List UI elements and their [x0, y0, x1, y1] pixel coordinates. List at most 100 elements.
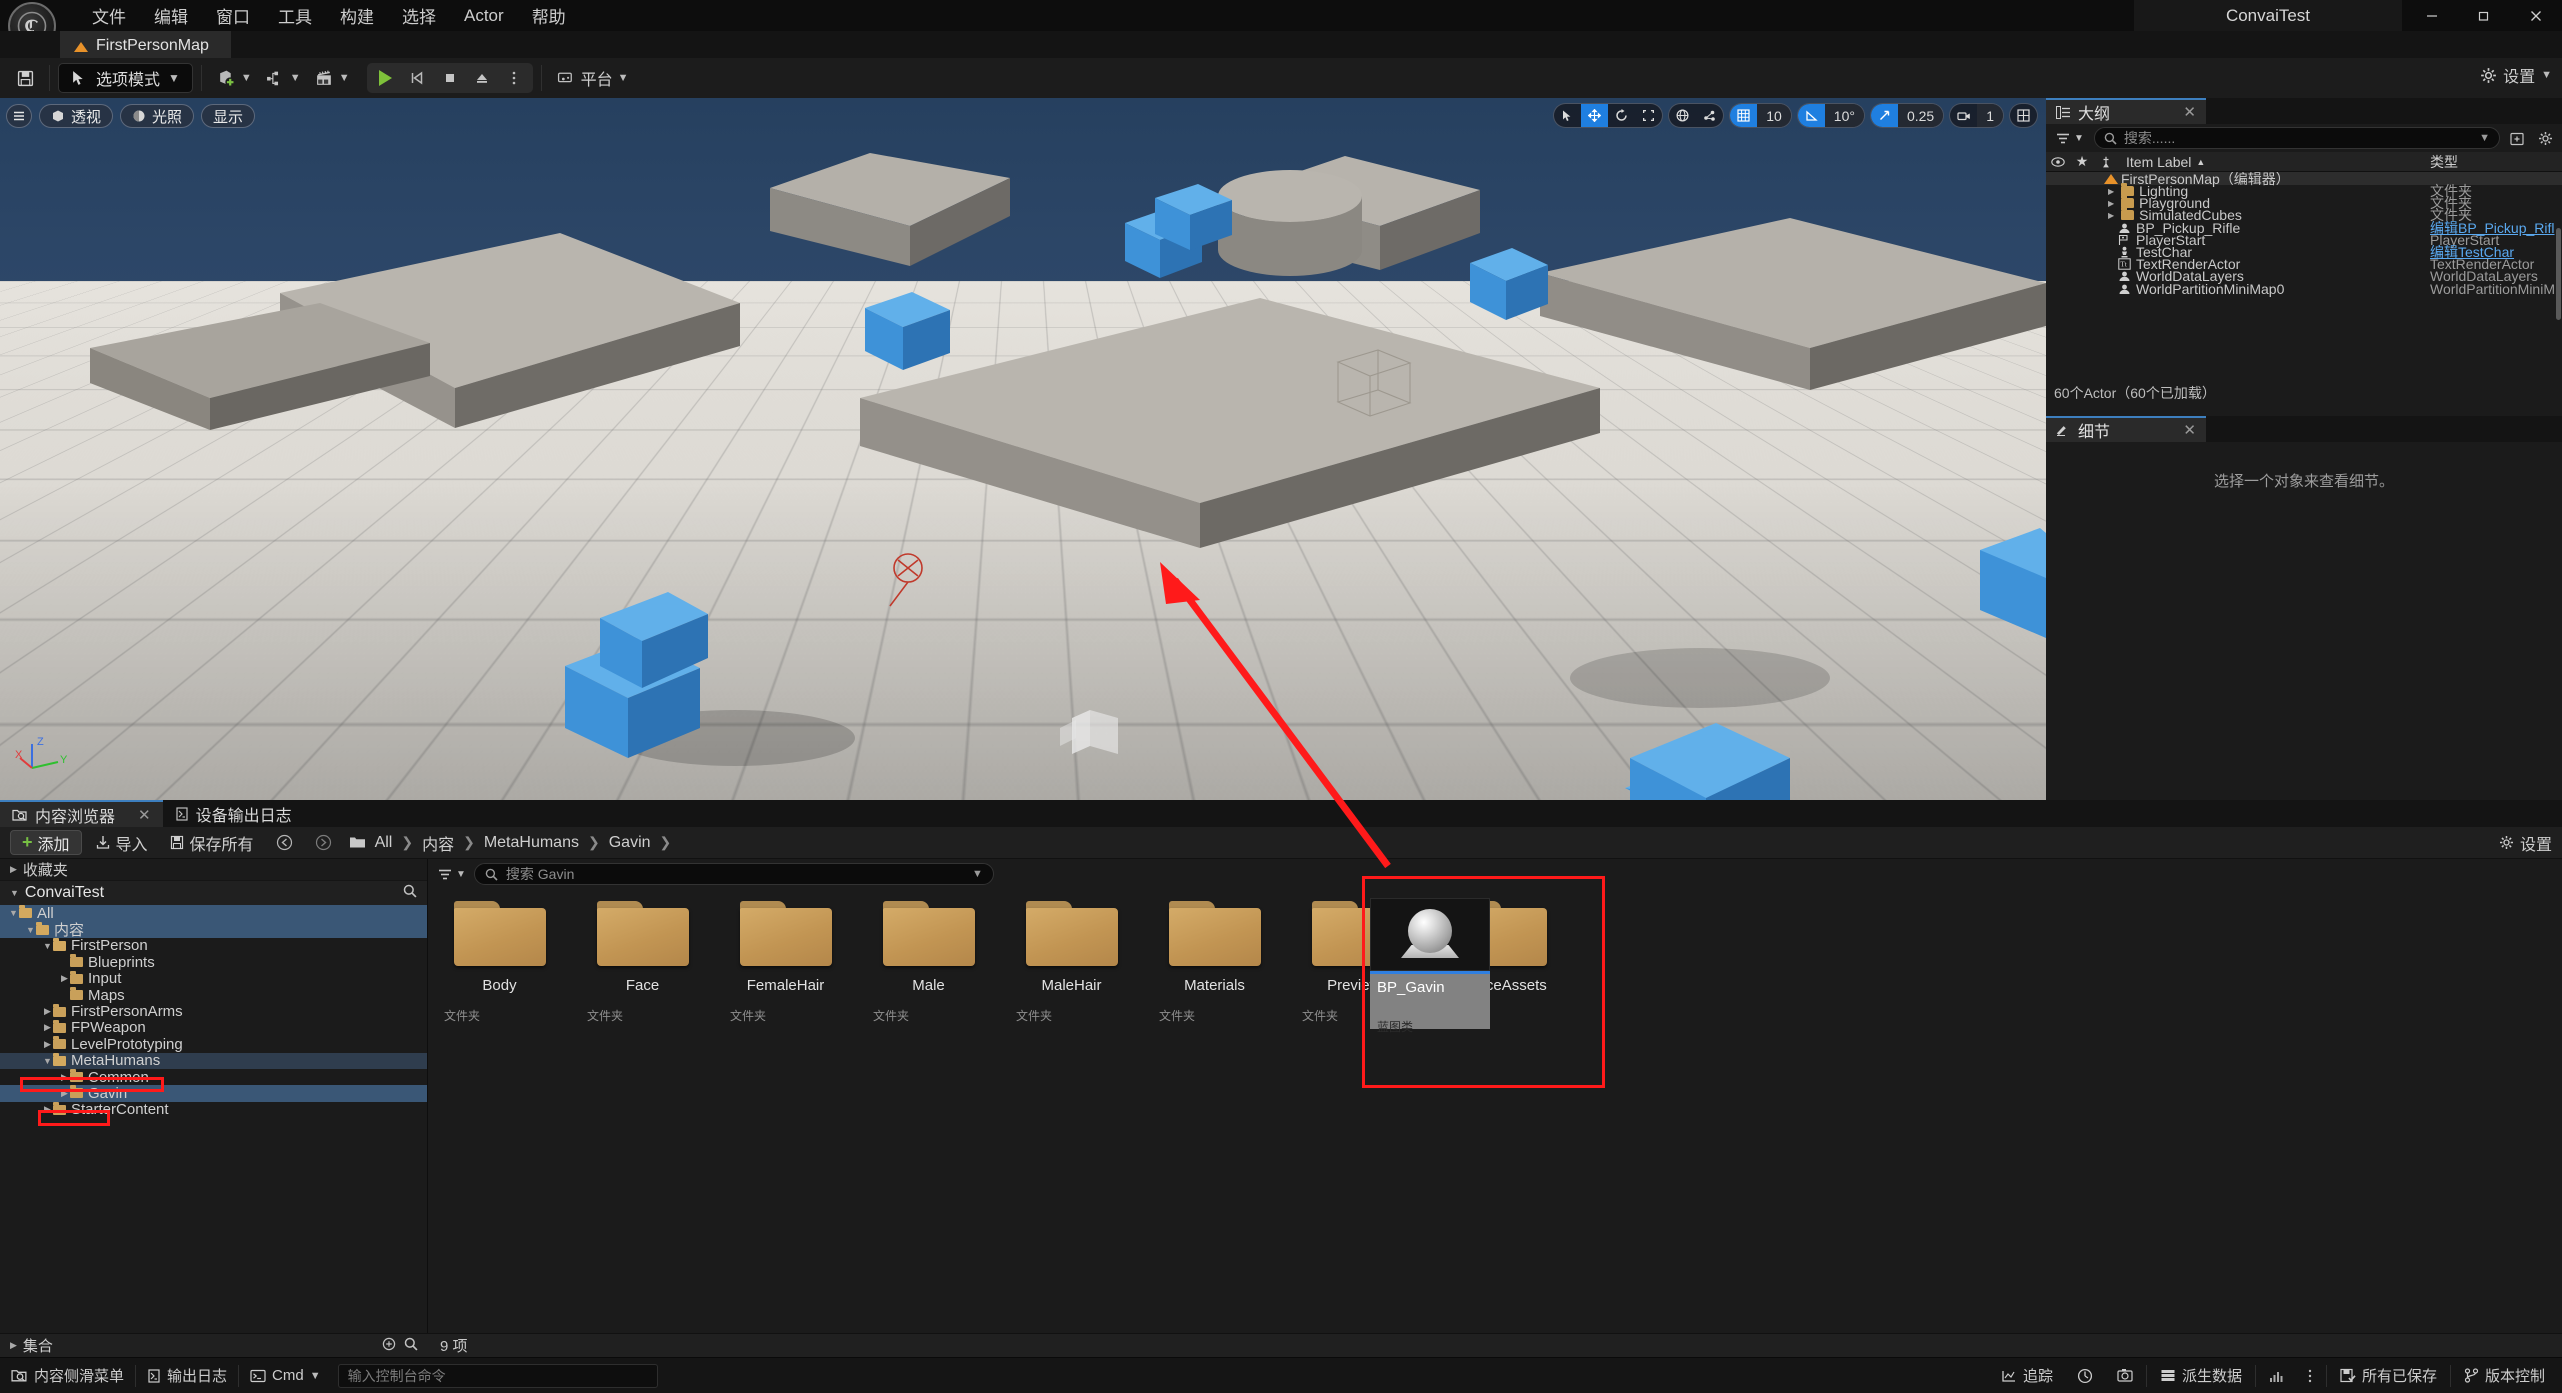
stop-button[interactable]: [435, 65, 465, 91]
close-icon[interactable]: ✕: [138, 806, 151, 824]
tree-search-icon[interactable]: [403, 884, 417, 903]
eject-button[interactable]: [467, 65, 497, 91]
scale-tool-icon[interactable]: [1635, 104, 1662, 127]
expand-arrow-icon[interactable]: ▶: [59, 973, 70, 984]
menu-item-select[interactable]: 选择: [388, 0, 450, 32]
camera-speed-icon[interactable]: [1950, 104, 1977, 127]
folder-tile[interactable]: MaleHair 文件夹: [1012, 899, 1131, 1024]
surface-snap-icon[interactable]: [1696, 104, 1723, 127]
tree-node[interactable]: ▶ FirstPersonArms: [0, 1003, 427, 1020]
breadcrumb-item-all[interactable]: All: [375, 834, 393, 852]
collections-search-icon[interactable]: [404, 1337, 418, 1355]
viewport-lighting-button[interactable]: 光照: [120, 104, 195, 128]
play-more-options-button[interactable]: [499, 65, 529, 91]
play-button[interactable]: [371, 65, 401, 91]
world-coord-icon[interactable]: [1669, 104, 1696, 127]
tree-node[interactable]: ▼ MetaHumans: [0, 1052, 427, 1069]
cmd-dropdown[interactable]: Cmd ▼: [239, 1363, 332, 1389]
breadcrumb-item-content[interactable]: 内容: [422, 831, 454, 855]
camera-speed-value[interactable]: 1: [1977, 104, 2003, 127]
viewport-menu-button[interactable]: [6, 104, 32, 128]
angle-snap-icon[interactable]: [1797, 104, 1825, 127]
tree-node[interactable]: ▶ LevelPrototyping: [0, 1036, 427, 1053]
tree-node[interactable]: ▶ FPWeapon: [0, 1019, 427, 1036]
source-control-button[interactable]: 版本控制: [2453, 1363, 2556, 1389]
rotate-tool-icon[interactable]: [1608, 104, 1635, 127]
folder-tile[interactable]: Face 文件夹: [583, 899, 702, 1024]
tab-content-browser[interactable]: 内容浏览器 ✕: [0, 800, 163, 827]
outliner-filter-button[interactable]: ▼: [2052, 132, 2088, 145]
tree-node[interactable]: ▶ Input: [0, 970, 427, 987]
folder-tile[interactable]: Materials 文件夹: [1155, 899, 1274, 1024]
menu-item-edit[interactable]: 编辑: [140, 0, 202, 32]
expand-arrow-icon[interactable]: ▼: [42, 941, 53, 951]
select-tool-icon[interactable]: [1554, 104, 1581, 127]
trace-button[interactable]: 追踪: [1990, 1363, 2064, 1389]
viewport-show-button[interactable]: 显示: [201, 104, 256, 128]
back-button[interactable]: [267, 830, 302, 855]
minimize-button[interactable]: [2406, 0, 2458, 31]
close-button[interactable]: [2510, 0, 2562, 31]
tab-device-output-log[interactable]: 设备输出日志: [163, 800, 304, 827]
performance-button[interactable]: [2066, 1363, 2104, 1389]
grid-snap-value[interactable]: 10: [1757, 104, 1791, 127]
close-icon[interactable]: ✕: [2155, 103, 2196, 121]
menu-item-file[interactable]: 文件: [78, 0, 140, 32]
cinematics-button[interactable]: ▼: [308, 63, 357, 93]
menu-item-build[interactable]: 构建: [326, 0, 388, 32]
outliner-save-button[interactable]: [2506, 127, 2528, 149]
derived-data-button[interactable]: 派生数据: [2149, 1363, 2253, 1389]
tab-details[interactable]: 细节 ✕: [2046, 416, 2206, 442]
scale-snap-icon[interactable]: [1870, 104, 1898, 127]
all-saved-button[interactable]: 所有已保存: [2329, 1363, 2448, 1389]
console-command-input[interactable]: 输入控制台命令: [337, 1363, 658, 1388]
tab-outliner[interactable]: 大纲 ✕: [2046, 98, 2206, 124]
expand-arrow-icon[interactable]: ▶: [42, 1022, 53, 1033]
tree-node[interactable]: ▼ 内容: [0, 921, 427, 939]
menu-item-actor[interactable]: Actor: [450, 2, 518, 30]
breadcrumb-item-gavin[interactable]: Gavin: [609, 834, 651, 852]
close-icon[interactable]: ✕: [2155, 421, 2196, 439]
blueprints-button[interactable]: ▼: [259, 63, 308, 93]
folder-tile[interactable]: Body 文件夹: [440, 899, 559, 1024]
import-button[interactable]: 导入: [86, 830, 157, 855]
angle-snap-value[interactable]: 10°: [1824, 104, 1864, 127]
add-collection-icon[interactable]: [382, 1337, 396, 1355]
save-button[interactable]: [10, 63, 41, 93]
folder-tile[interactable]: FemaleHair 文件夹: [726, 899, 845, 1024]
save-all-button[interactable]: 保存所有: [161, 830, 263, 855]
status-more-button[interactable]: [2296, 1363, 2324, 1389]
menu-item-tools[interactable]: 工具: [264, 0, 326, 32]
viewport-perspective-button[interactable]: 透视: [39, 104, 114, 128]
output-log-button[interactable]: 输出日志: [136, 1363, 238, 1389]
asset-filter-button[interactable]: ▼: [438, 868, 466, 881]
folder-tile[interactable]: Male 文件夹: [869, 899, 988, 1024]
level-tab-firstpersonmap[interactable]: FirstPersonMap: [60, 31, 231, 58]
expand-arrow-icon[interactable]: ▶: [2108, 199, 2114, 208]
expand-arrow-icon[interactable]: ▼: [42, 1056, 53, 1066]
toolbar-settings-button[interactable]: 设置 ▼: [2480, 63, 2552, 87]
outliner-search-input[interactable]: 搜索...... ▼: [2093, 127, 2500, 149]
star-icon[interactable]: ★: [2070, 152, 2094, 172]
add-button[interactable]: + 添加: [10, 830, 82, 855]
tree-node[interactable]: ▼ FirstPerson: [0, 937, 427, 954]
expand-arrow-icon[interactable]: ▶: [2108, 211, 2114, 220]
favorites-row[interactable]: ▶ 收藏夹: [0, 859, 427, 881]
expand-arrow-icon[interactable]: ▼: [25, 925, 36, 935]
tree-node[interactable]: Maps: [0, 987, 427, 1004]
project-root-row[interactable]: ▼ ConvaiTest: [0, 881, 427, 905]
content-drawer-button[interactable]: 内容侧滑菜单: [0, 1363, 135, 1389]
menu-item-help[interactable]: 帮助: [518, 0, 580, 32]
level-viewport[interactable]: Z Y X 透视 光照 显示 10 10° 0.25 1: [0, 98, 2046, 800]
outliner-scrollbar[interactable]: [2556, 228, 2561, 320]
breadcrumb-item-metahumans[interactable]: MetaHumans: [484, 834, 579, 852]
forward-button[interactable]: [306, 830, 341, 855]
platform-button[interactable]: 平台 ▼: [550, 63, 636, 93]
expand-arrow-icon[interactable]: ▶: [42, 1039, 53, 1050]
column-item-label[interactable]: Item Label: [2126, 154, 2191, 170]
column-type-label[interactable]: 类型: [2430, 152, 2562, 172]
outliner-settings-button[interactable]: [2534, 127, 2556, 149]
chevron-down-icon[interactable]: ▼: [2479, 132, 2490, 144]
collections-row[interactable]: ▶ 集合: [0, 1333, 428, 1357]
eye-icon[interactable]: [2046, 152, 2070, 172]
